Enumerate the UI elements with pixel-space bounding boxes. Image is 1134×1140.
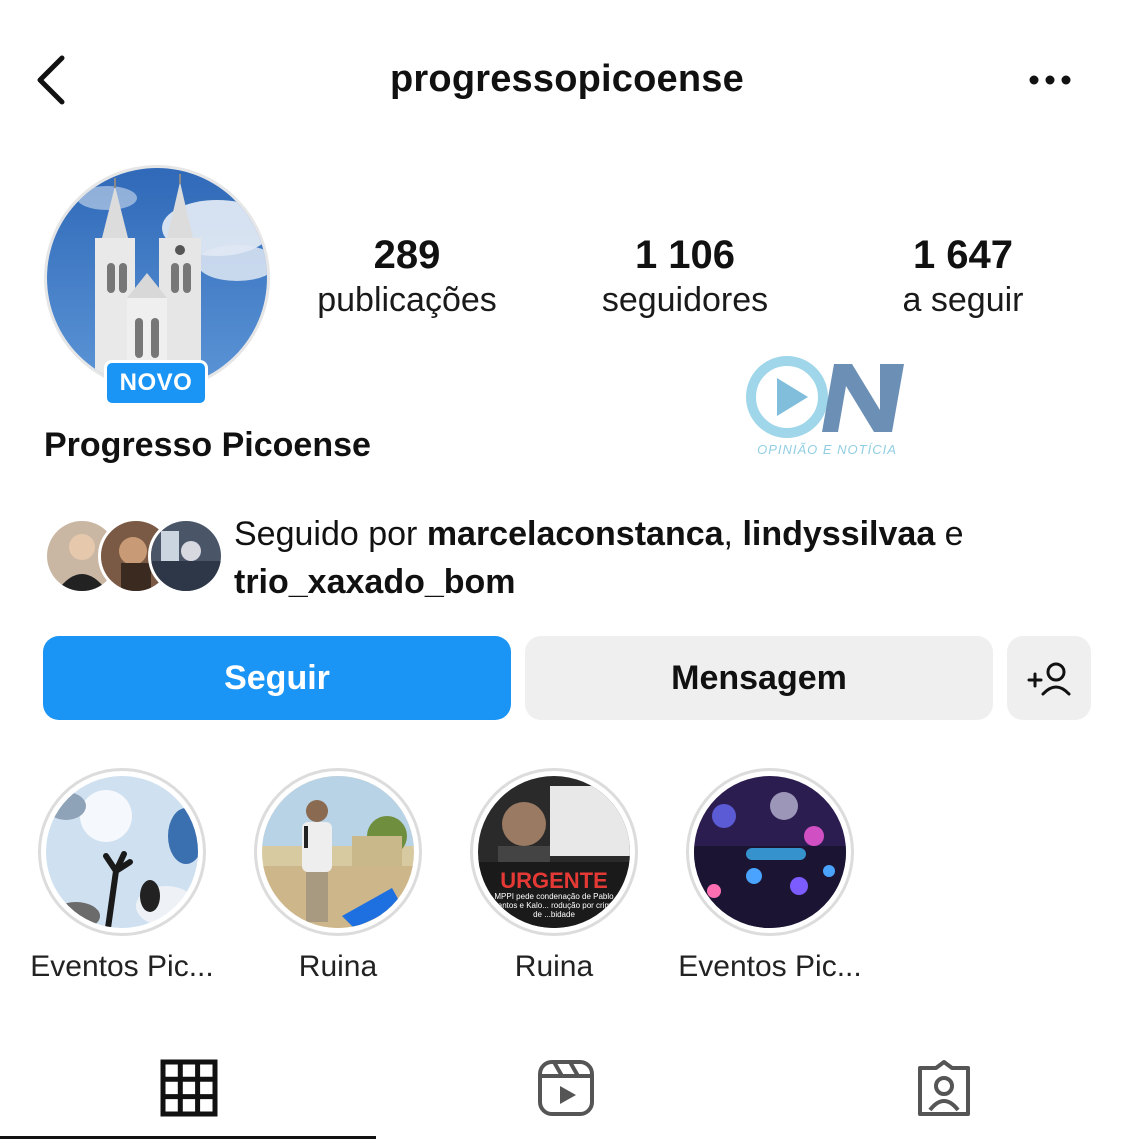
add-person-icon (1027, 662, 1071, 696)
follower-username[interactable]: lindyssilvaa (742, 515, 935, 553)
highlight-thumbnail: URGENTE MPPI pede condenação de Pablo Sa… (478, 776, 630, 928)
story-highlight[interactable]: Eventos Pic... (670, 768, 870, 984)
username-title: progressopicoense (390, 58, 744, 100)
highlight-ring (254, 768, 422, 936)
new-badge: NOVO (104, 360, 208, 406)
watermark-text: OPINIÃO E NOTÍCIA (757, 442, 897, 457)
profile-tab-bar (0, 1040, 1134, 1140)
highlight-thumbnail (694, 776, 846, 928)
follow-button[interactable]: Seguir (43, 636, 511, 720)
story-highlight[interactable]: URGENTE MPPI pede condenação de Pablo Sa… (454, 768, 654, 984)
church-avatar-image (44, 165, 270, 391)
reels-icon (538, 1060, 594, 1116)
followed-by-conjunction: e (935, 515, 964, 553)
stat-followers[interactable]: 1 106 seguidores (555, 232, 815, 322)
message-button[interactable]: Mensagem (525, 636, 993, 720)
followed-by-prefix: Seguido por (234, 515, 427, 553)
urgent-caption-text: MPPI pede condenação de Pablo Santos e K… (492, 892, 616, 919)
highlight-label: Ruina (298, 950, 378, 983)
highlight-label: Eventos Pic... (30, 950, 214, 983)
followed-by-separator: , (723, 515, 743, 553)
tagged-icon (918, 1060, 970, 1116)
profile-header: progressopicoense (0, 40, 1134, 120)
highlight-ring: URGENTE MPPI pede condenação de Pablo Sa… (470, 768, 638, 936)
highlight-label: Eventos Pic... (678, 950, 862, 983)
highlight-ring (686, 768, 854, 936)
watermark-logo: OPINIÃO E NOTÍCIA (742, 352, 912, 462)
stat-followers-label: seguidores (601, 281, 769, 319)
followed-by-row[interactable]: Seguido por marcelaconstanca, lindyssilv… (44, 510, 1104, 610)
mutual-followers-avatars (44, 518, 224, 598)
follower-username[interactable]: marcelaconstanca (427, 515, 724, 553)
highlight-thumbnail (262, 776, 414, 928)
urgent-overlay-text: URGENTE (500, 868, 608, 893)
active-tab-indicator (0, 1136, 376, 1139)
stat-following-value: 1 647 (912, 233, 1014, 277)
story-highlight[interactable]: Eventos Pic... (22, 768, 222, 984)
highlight-label: Ruina (514, 950, 594, 983)
stat-posts-label: publicações (317, 281, 497, 319)
profile-avatar[interactable] (44, 165, 270, 391)
stat-following[interactable]: 1 647 a seguir (833, 232, 1093, 322)
tab-posts-grid[interactable] (159, 1058, 219, 1118)
story-highlight[interactable]: Ruina (238, 768, 438, 984)
stat-followers-value: 1 106 (634, 233, 736, 277)
stat-following-label: a seguir (902, 281, 1024, 319)
tab-reels[interactable] (536, 1058, 596, 1118)
followed-by-text: Seguido por marcelaconstanca, lindyssilv… (234, 510, 1094, 606)
grid-icon (160, 1059, 218, 1117)
more-horizontal-icon (1029, 75, 1071, 85)
profile-display-name: Progresso Picoense (44, 426, 371, 464)
stat-posts-value: 289 (373, 233, 441, 277)
follower-avatar (148, 518, 224, 594)
tab-tagged[interactable] (914, 1058, 974, 1118)
more-options-button[interactable] (1020, 60, 1080, 100)
highlight-ring (38, 768, 206, 936)
follower-username[interactable]: trio_xaxado_bom (234, 563, 516, 601)
highlight-thumbnail (46, 776, 198, 928)
suggest-people-button[interactable] (1007, 636, 1091, 720)
stat-posts[interactable]: 289 publicações (277, 232, 537, 322)
